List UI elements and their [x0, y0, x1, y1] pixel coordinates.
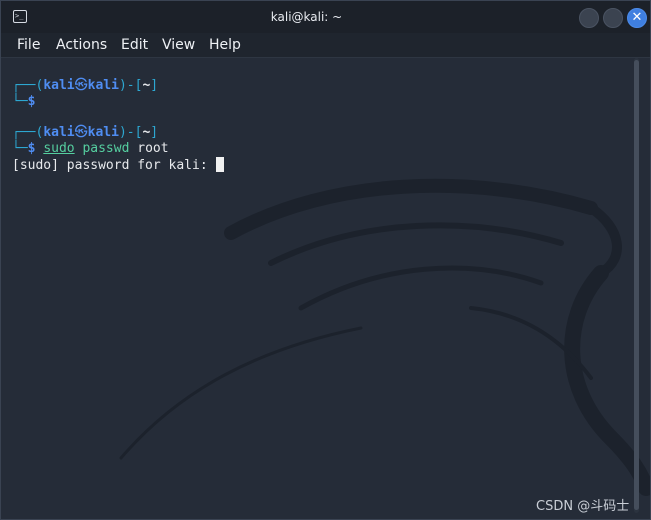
minimize-button[interactable]	[579, 8, 599, 28]
command-arg-root: root	[137, 141, 169, 156]
prompt-line-1-top: ┌──(kali㉿kali)-[~]	[12, 78, 159, 93]
password-prompt-line[interactable]: [sudo] password for kali:	[12, 157, 224, 173]
terminal-window: >_ kali@kali: ~ ✕ File Actions Edit View…	[0, 0, 651, 520]
command-line: └─$ sudo passwd root	[12, 141, 169, 156]
window-title: kali@kali: ~	[270, 10, 343, 24]
menu-help[interactable]: Help	[209, 33, 241, 57]
title-bar[interactable]: >_ kali@kali: ~ ✕	[1, 1, 650, 33]
close-icon: ✕	[631, 10, 643, 25]
terminal-output-area[interactable]: ┌──(kali㉿kali)-[~] └─$ ┌──(kali㉿kali)-[~…	[1, 58, 650, 519]
skull-icon: ㉿	[74, 125, 88, 140]
menu-view[interactable]: View	[162, 33, 195, 57]
vertical-scrollbar[interactable]	[634, 58, 639, 513]
menu-actions[interactable]: Actions	[56, 33, 107, 57]
scrollbar-thumb[interactable]	[634, 60, 639, 510]
menu-edit[interactable]: Edit	[121, 33, 148, 57]
prompt-line-2-top: ┌──(kali㉿kali)-[~]	[12, 125, 159, 140]
skull-icon: ㉿	[74, 78, 88, 93]
command-sudo: sudo	[43, 141, 75, 156]
menu-file[interactable]: File	[17, 33, 40, 57]
prompt-line-1-bottom: └─$	[12, 94, 36, 109]
text-cursor	[215, 157, 224, 172]
maximize-button[interactable]	[603, 8, 623, 28]
menu-bar: File Actions Edit View Help	[1, 33, 650, 58]
command-passwd: passwd	[82, 141, 130, 156]
csdn-watermark: CSDN @斗码士	[536, 499, 630, 514]
close-button[interactable]: ✕	[627, 8, 647, 28]
